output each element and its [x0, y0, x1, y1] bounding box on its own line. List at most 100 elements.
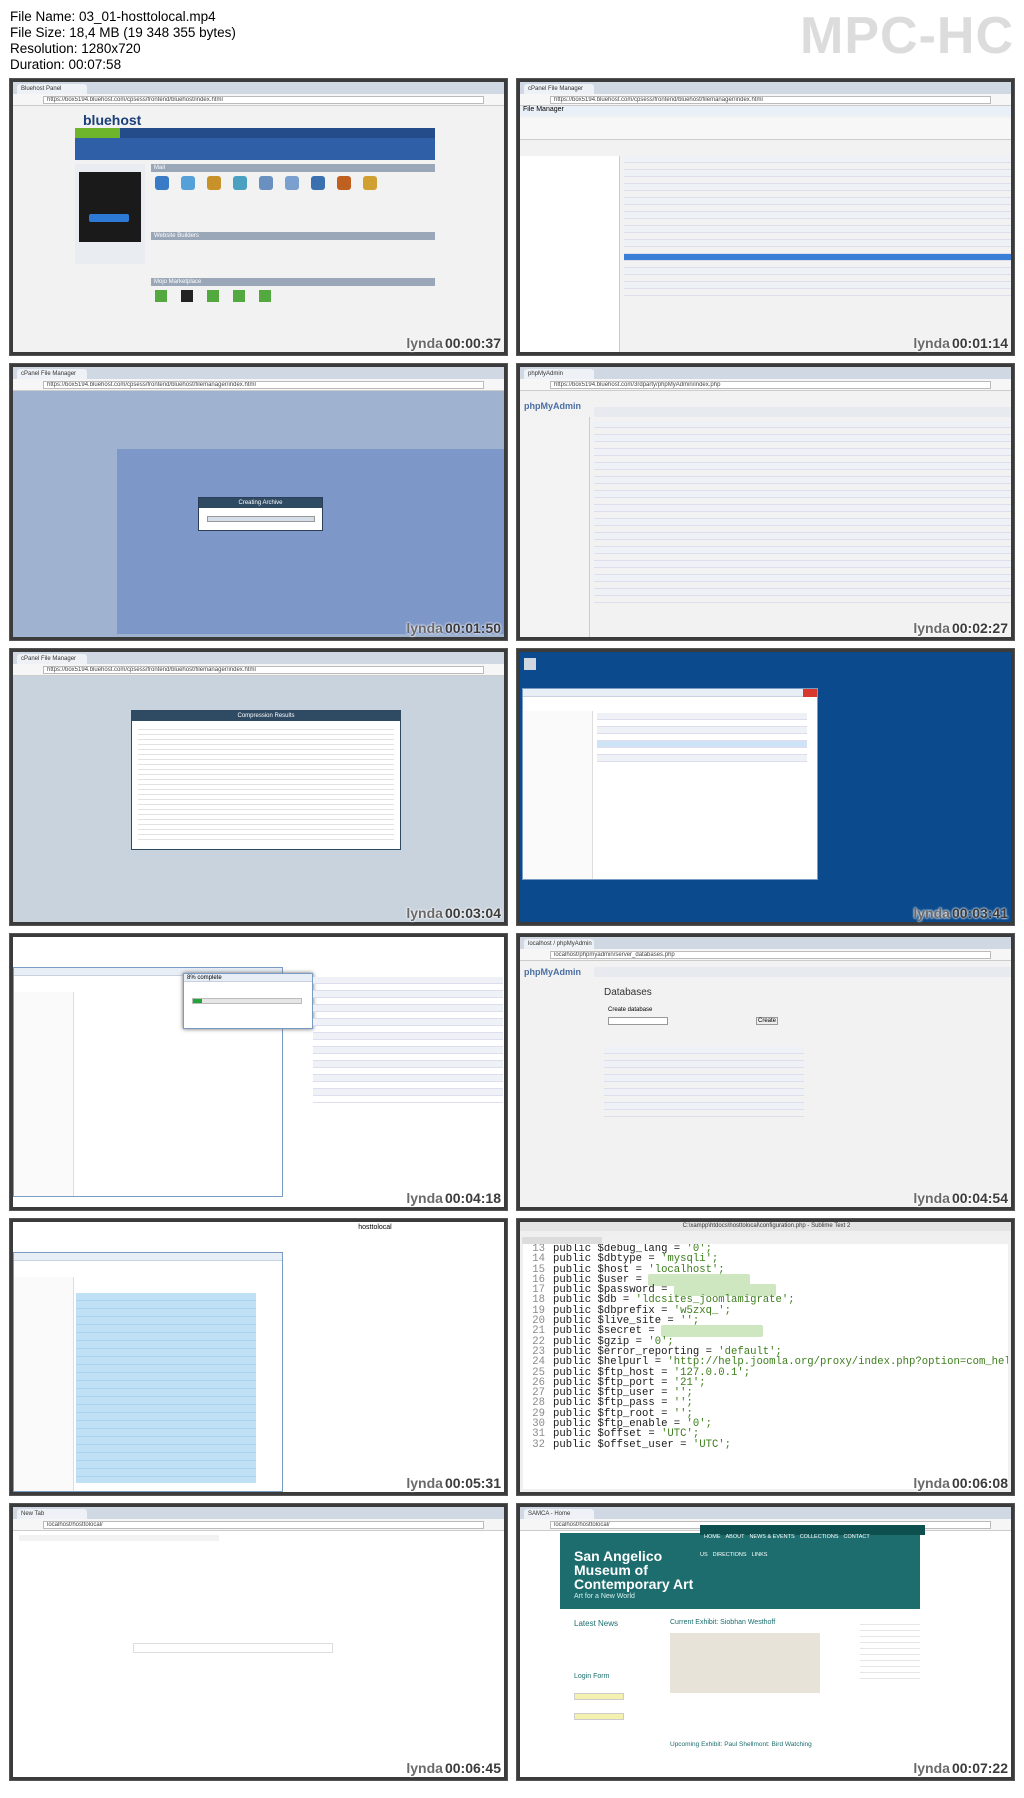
- bluehost-icons: [75, 138, 435, 160]
- browser-window: cPanel File Manager https://box5194.blue…: [13, 367, 504, 637]
- thumbnail-10[interactable]: C:\xampp\htdocs\hosttolocal\configuratio…: [516, 1218, 1015, 1496]
- recycle-bin-icon[interactable]: [524, 658, 536, 670]
- thumbnail-1[interactable]: Bluehost Panel https://box5194.bluehost.…: [9, 78, 508, 356]
- thumbnail-8[interactable]: localhost / phpMyAdmin localhost/phpmyad…: [516, 933, 1015, 1211]
- thumbnail-11[interactable]: New Tab localhost/hosttolocal/ lynda 00:0…: [9, 1503, 508, 1781]
- close-button[interactable]: [803, 689, 817, 697]
- address-bar[interactable]: localhost/phpmyadmin/server_databases.ph…: [520, 949, 1011, 961]
- tab-strip: New Tab: [13, 1507, 504, 1519]
- current-exhibit-heading: Current Exhibit: Siobhan Westhoff: [670, 1619, 776, 1626]
- thumbnail-grid: Bluehost Panel https://box5194.bluehost.…: [9, 78, 1015, 1792]
- create-db-label: Create database: [608, 1007, 653, 1013]
- address-bar[interactable]: https://box5194.bluehost.com/cpsess/fron…: [520, 94, 1011, 106]
- password-input[interactable]: [574, 1713, 624, 1720]
- nav-item[interactable]: LINKS: [752, 1552, 768, 1558]
- tab-strip: localhost / phpMyAdmin: [520, 937, 1011, 949]
- nav-item[interactable]: NEWS & EVENTS: [749, 1534, 794, 1540]
- copy-progress-title: 8% complete: [184, 974, 312, 982]
- browser-window: New Tab localhost/hosttolocal/: [13, 1507, 504, 1777]
- browser-window: Bluehost Panel https://box5194.bluehost.…: [13, 82, 504, 352]
- thumbnail-3[interactable]: cPanel File Manager https://box5194.blue…: [9, 363, 508, 641]
- tab[interactable]: Bluehost Panel: [17, 84, 87, 94]
- tab[interactable]: localhost / phpMyAdmin: [524, 939, 594, 949]
- museum-title: San Angelico Museum of Contemporary Art: [574, 1548, 694, 1592]
- address-bar[interactable]: https://box5194.bluehost.com/3rdparty/ph…: [520, 379, 1011, 391]
- table-list: [594, 421, 1011, 636]
- address-bar[interactable]: https://box5194.bluehost.com/cpsess/fron…: [13, 664, 504, 676]
- thumbnail-7[interactable]: 8% complete lynda 00:04:18: [9, 933, 508, 1211]
- compression-dialog: Compression Results: [131, 710, 401, 850]
- browser-window: phpMyAdmin https://box5194.bluehost.com/…: [520, 367, 1011, 637]
- exhibit-image: [670, 1633, 820, 1693]
- browser-window: SAMCA - Home localhost/hosttolocal/ HOME…: [520, 1507, 1011, 1777]
- duration: Duration: 00:07:58: [10, 57, 122, 72]
- nav-pane: [14, 1277, 74, 1491]
- thumbnail-6[interactable]: lynda 00:03:41: [516, 648, 1015, 926]
- address-bar[interactable]: https://box5194.bluehost.com/cpsess/fron…: [13, 94, 504, 106]
- upcoming-exhibit-heading: Upcoming Exhibit: Paul Shellmont: Bird W…: [670, 1741, 812, 1748]
- resolution: Resolution: 1280x720: [10, 41, 141, 56]
- thumbnail-9[interactable]: hosttolocal lynda 00:05:31: [9, 1218, 508, 1496]
- archive-progress: [207, 516, 315, 522]
- folder-tree: [520, 156, 620, 352]
- nav-item[interactable]: ABOUT: [726, 1534, 745, 1540]
- tab[interactable]: cPanel File Manager: [524, 84, 594, 94]
- tab[interactable]: cPanel File Manager: [17, 654, 87, 664]
- timestamp-12: lynda 00:07:22: [913, 1760, 1008, 1776]
- nav-pane: [14, 992, 74, 1196]
- website-builders-head: Website Builders: [151, 232, 435, 240]
- promo-button[interactable]: [89, 214, 129, 222]
- pma-logo: phpMyAdmin: [524, 401, 581, 411]
- explorer-window: [13, 1252, 283, 1492]
- video-info-header: File Name: 03_01-hosttolocal.mp4 File Si…: [0, 0, 1024, 78]
- thumbnail-12[interactable]: SAMCA - Home localhost/hosttolocal/ HOME…: [516, 1503, 1015, 1781]
- tab[interactable]: cPanel File Manager: [17, 369, 87, 379]
- file-tab[interactable]: [522, 1237, 602, 1244]
- app-title: File Manager: [520, 106, 1011, 116]
- selected-files: [76, 1293, 256, 1483]
- pma-tabs: [594, 407, 1011, 417]
- timestamp-11: lynda 00:06:45: [406, 1760, 501, 1776]
- nav-item[interactable]: COLLECTIONS: [800, 1534, 839, 1540]
- hours-info: [860, 1619, 920, 1679]
- db-name-input[interactable]: [608, 1017, 668, 1025]
- desktop: hosttolocal: [13, 1222, 504, 1492]
- tab[interactable]: SAMCA - Home: [524, 1509, 594, 1519]
- timestamp-3: lynda 00:01:50: [406, 620, 501, 636]
- address-bar[interactable]: https://box5194.bluehost.com/cpsess/fron…: [13, 379, 504, 391]
- address-bar[interactable]: localhost/hosttolocal/: [13, 1519, 504, 1531]
- code-area[interactable]: 13 public $debug_lang = '0'; 14 public $dbt…: [523, 1244, 1008, 1489]
- tab[interactable]: New Tab: [17, 1509, 87, 1519]
- timestamp-8: lynda 00:04:54: [913, 1190, 1008, 1206]
- thumbnail-5[interactable]: cPanel File Manager https://box5194.blue…: [9, 648, 508, 926]
- browser-window: cPanel File Manager https://box5194.blue…: [520, 82, 1011, 352]
- timestamp-4: lynda 00:02:27: [913, 620, 1008, 636]
- nav-item[interactable]: HOME: [704, 1534, 721, 1540]
- timestamp-9: lynda 00:05:31: [406, 1475, 501, 1491]
- copy-progress-dialog: 8% complete: [183, 973, 313, 1029]
- bluehost-nav: [75, 128, 435, 138]
- desktop: 8% complete: [13, 937, 504, 1207]
- timestamp-5: lynda 00:03:04: [406, 905, 501, 921]
- pma-tabs: [594, 967, 1011, 977]
- folder-list: [597, 713, 807, 793]
- nav-pane: [523, 711, 593, 879]
- username-input[interactable]: [574, 1693, 624, 1700]
- window-title: hosttolocal: [358, 1224, 392, 1231]
- compression-title: Compression Results: [132, 711, 400, 721]
- thumbnail-4[interactable]: phpMyAdmin https://box5194.bluehost.com/…: [516, 363, 1015, 641]
- mojo-head: Mojo Marketplace: [151, 278, 435, 286]
- tab-strip: cPanel File Manager: [13, 367, 504, 379]
- latest-news-heading: Latest News: [574, 1619, 619, 1628]
- thumbnail-2[interactable]: cPanel File Manager https://box5194.blue…: [516, 78, 1015, 356]
- create-button[interactable]: Create: [756, 1017, 778, 1025]
- timestamp-1: lynda 00:00:37: [406, 335, 501, 351]
- tab[interactable]: phpMyAdmin: [524, 369, 594, 379]
- timestamp-7: lynda 00:04:18: [406, 1190, 501, 1206]
- tab-strip: SAMCA - Home: [520, 1507, 1011, 1519]
- right-file-list: [313, 977, 503, 1177]
- museum-nav: HOME ABOUT NEWS & EVENTS COLLECTIONS CONTACT…: [700, 1525, 925, 1558]
- nav-item[interactable]: DIRECTIONS: [713, 1552, 747, 1558]
- mail-icons: [155, 176, 425, 216]
- browser-window: localhost / phpMyAdmin localhost/phpmyad…: [520, 937, 1011, 1207]
